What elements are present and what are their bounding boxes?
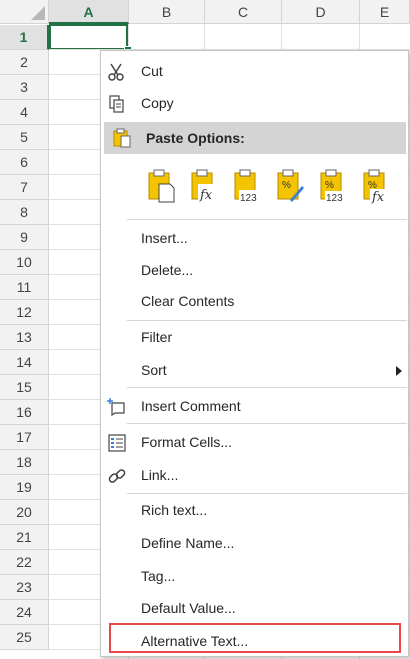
row-header-25[interactable]: 25: [0, 625, 49, 650]
row-header-11[interactable]: 11: [0, 275, 49, 300]
menu-item-insert[interactable]: Insert...: [101, 222, 408, 254]
filter-label: Filter: [141, 329, 173, 345]
row-header-23[interactable]: 23: [0, 575, 49, 600]
selected-cell-a1[interactable]: [49, 24, 128, 50]
row-header-17[interactable]: 17: [0, 425, 49, 450]
menu-item-delete[interactable]: Delete...: [101, 254, 408, 286]
paste-options-label: Paste Options:: [146, 130, 245, 146]
define-name-label: Define Name...: [141, 535, 235, 551]
menu-item-rich-text[interactable]: Rich text...: [101, 494, 408, 526]
clipboard-icon: [113, 128, 131, 148]
row-header-24[interactable]: 24: [0, 600, 49, 625]
menu-item-format-cells[interactable]: Format Cells...: [101, 426, 408, 458]
paste-formulas-number-format-icon[interactable]: % fx: [362, 168, 392, 204]
row-header-3[interactable]: 3: [0, 75, 49, 100]
menu-item-insert-comment[interactable]: Insert Comment: [101, 390, 408, 422]
delete-label: Delete...: [141, 262, 194, 278]
select-all-corner[interactable]: [0, 0, 49, 24]
column-header-c[interactable]: C: [205, 0, 282, 24]
column-header-d[interactable]: D: [282, 0, 360, 24]
sort-label: Sort: [141, 362, 167, 378]
column-header-e[interactable]: E: [360, 0, 410, 24]
menu-item-filter[interactable]: Filter: [101, 321, 408, 353]
row-header-19[interactable]: 19: [0, 475, 49, 500]
svg-text:123: 123: [326, 193, 343, 204]
paste-values-icon[interactable]: 123: [233, 168, 263, 204]
svg-text:%: %: [282, 180, 291, 191]
row-header-5[interactable]: 5: [0, 125, 49, 150]
row-header-14[interactable]: 14: [0, 350, 49, 375]
row-header-12[interactable]: 12: [0, 300, 49, 325]
tag-label: Tag...: [141, 568, 176, 584]
menu-item-default-value[interactable]: Default Value...: [101, 592, 408, 624]
format-cells-label: Format Cells...: [141, 434, 233, 450]
format-cells-icon: [108, 434, 126, 452]
insert-comment-label: Insert Comment: [141, 398, 241, 414]
insert-label: Insert...: [141, 230, 188, 246]
highlight-box: [109, 623, 401, 653]
context-menu: Cut Copy Paste Options: fx 123 % % 123 %…: [100, 50, 409, 657]
copy-icon: [109, 95, 124, 113]
row-header-4[interactable]: 4: [0, 100, 49, 125]
menu-item-copy[interactable]: Copy: [101, 87, 408, 119]
paste-values-number-format-icon[interactable]: % 123: [319, 168, 349, 204]
svg-text:fx: fx: [371, 190, 385, 204]
menu-item-sort[interactable]: Sort: [101, 354, 408, 386]
row-header-1[interactable]: 1: [0, 25, 49, 50]
row-header-6[interactable]: 6: [0, 150, 49, 175]
column-header-a[interactable]: A: [49, 0, 129, 24]
row-header-13[interactable]: 13: [0, 325, 49, 350]
default-value-label: Default Value...: [141, 600, 236, 616]
row-header-21[interactable]: 21: [0, 525, 49, 550]
menu-item-link[interactable]: Link...: [101, 459, 408, 491]
menu-separator: [127, 387, 407, 388]
row-header-9[interactable]: 9: [0, 225, 49, 250]
copy-label: Copy: [141, 95, 174, 111]
svg-text:123: 123: [240, 193, 257, 204]
rich-text-label: Rich text...: [141, 502, 208, 518]
clear-contents-label: Clear Contents: [141, 293, 235, 309]
row-header-8[interactable]: 8: [0, 200, 49, 225]
row-header-15[interactable]: 15: [0, 375, 49, 400]
row-header-20[interactable]: 20: [0, 500, 49, 525]
row-header-2[interactable]: 2: [0, 50, 49, 75]
row-header-22[interactable]: 22: [0, 550, 49, 575]
svg-text:%: %: [325, 180, 334, 191]
menu-separator: [127, 219, 407, 220]
row-header-18[interactable]: 18: [0, 450, 49, 475]
row-header-16[interactable]: 16: [0, 400, 49, 425]
menu-item-cut[interactable]: Cut: [101, 55, 408, 87]
insert-comment-icon: [107, 398, 125, 417]
menu-item-clear-contents[interactable]: Clear Contents: [101, 285, 408, 317]
column-header-b[interactable]: B: [129, 0, 205, 24]
row-header-7[interactable]: 7: [0, 175, 49, 200]
menu-item-define-name[interactable]: Define Name...: [101, 527, 408, 559]
scissors-icon: [108, 63, 124, 81]
cut-label: Cut: [141, 63, 163, 79]
row-header-10[interactable]: 10: [0, 250, 49, 275]
svg-text:fx: fx: [199, 188, 213, 203]
paste-icon[interactable]: [147, 168, 177, 204]
paste-formatting-icon[interactable]: %: [276, 168, 306, 204]
submenu-arrow-icon: [396, 366, 402, 376]
paste-options-icons: fx 123 % % 123 % fx: [147, 168, 397, 206]
link-label: Link...: [141, 467, 179, 483]
paste-formulas-icon[interactable]: fx: [190, 168, 220, 204]
menu-item-tag[interactable]: Tag...: [101, 560, 408, 592]
select-all-triangle-icon: [31, 6, 45, 20]
paste-options-header: Paste Options:: [104, 122, 406, 154]
menu-separator: [127, 423, 407, 424]
link-icon: [108, 469, 126, 483]
